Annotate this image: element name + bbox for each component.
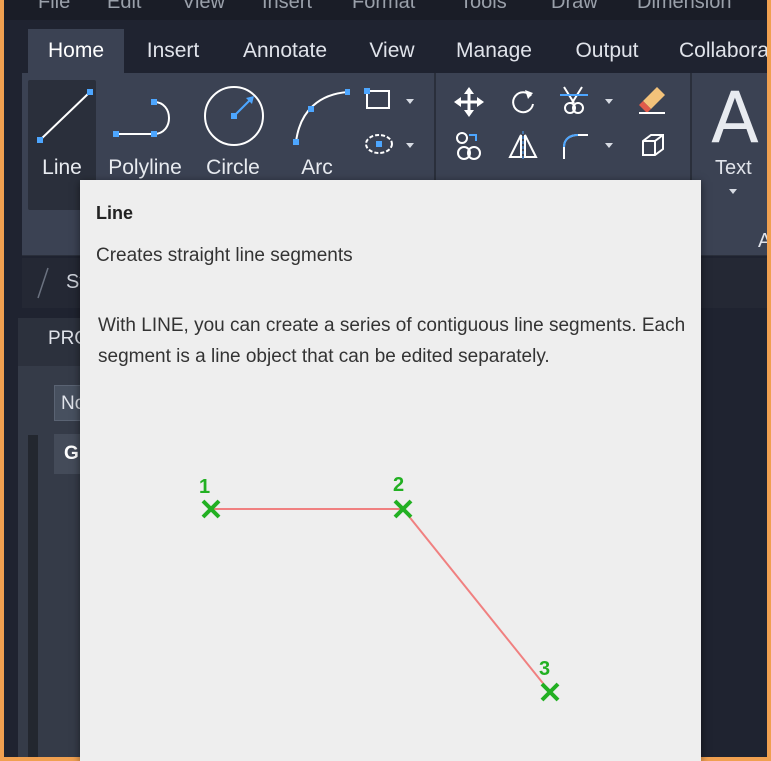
line-icon <box>37 89 93 143</box>
line-example-diagram: 1 2 3 <box>199 474 560 702</box>
tab-insert[interactable]: Insert <box>142 29 204 73</box>
panel-divider <box>690 73 692 186</box>
text-icon: A <box>711 77 759 159</box>
menu-item-tools[interactable]: Tools <box>460 0 507 14</box>
trim-icon[interactable] <box>560 85 590 115</box>
rotate-icon[interactable] <box>508 87 538 117</box>
panel-divider <box>434 73 436 186</box>
explode-box-icon[interactable] <box>637 131 667 161</box>
tab-collaborate[interactable]: Collabora <box>679 29 767 73</box>
point-label-1: 1 <box>199 476 210 498</box>
point-label-3: 3 <box>539 658 550 680</box>
ribbon-tab-bar: Home Insert Annotate View Manage Output … <box>24 29 767 73</box>
point-label-2: 2 <box>393 474 404 496</box>
menu-item-file[interactable]: File <box>38 0 70 14</box>
point-marker-3: 3 <box>539 658 560 702</box>
polyline-icon <box>113 99 170 137</box>
copy-icon[interactable] <box>454 131 484 161</box>
fillet-dropdown-icon[interactable] <box>605 143 613 148</box>
tab-manage[interactable]: Manage <box>452 29 536 73</box>
drawing-canvas[interactable] <box>704 310 767 757</box>
line-segment-2-3 <box>402 508 551 693</box>
palette-scrollbar[interactable] <box>28 435 38 757</box>
circle-tool-label: Circle <box>206 156 260 179</box>
menu-bar: File Edit View Insert Format Tools Draw … <box>4 0 767 20</box>
menu-item-format[interactable]: Format <box>352 0 415 14</box>
erase-icon[interactable] <box>637 85 667 115</box>
move-icon[interactable] <box>454 87 484 117</box>
tab-home[interactable]: Home <box>28 29 124 73</box>
menu-item-view[interactable]: View <box>182 0 225 14</box>
trim-dropdown-icon[interactable] <box>605 99 613 104</box>
ellipse-icon[interactable] <box>364 131 394 157</box>
point-marker-2: 2 <box>393 474 413 519</box>
tab-annotate[interactable]: Annotate <box>236 29 334 73</box>
line-tooltip: Line Creates straight line segments With… <box>80 180 701 761</box>
circle-icon <box>204 86 264 146</box>
fillet-icon[interactable] <box>560 131 590 161</box>
menu-item-draw[interactable]: Draw <box>551 0 598 14</box>
polyline-tool-label: Polyline <box>108 156 182 179</box>
ellipse-dropdown-icon[interactable] <box>406 143 414 148</box>
arc-tool-label: Arc <box>301 156 333 179</box>
menu-item-dimension[interactable]: Dimension <box>637 0 731 14</box>
annotation-panel-caption[interactable]: A <box>758 230 767 253</box>
rectangle-icon[interactable] <box>364 87 392 113</box>
tab-view[interactable]: View <box>366 29 418 73</box>
point-marker-1: 1 <box>199 476 221 519</box>
menu-item-edit[interactable]: Edit <box>107 0 141 14</box>
text-tool-button[interactable]: A Text <box>707 77 767 213</box>
menu-item-insert[interactable]: Insert <box>262 0 312 14</box>
rectangle-dropdown-icon[interactable] <box>406 99 414 104</box>
mirror-icon[interactable] <box>508 131 538 161</box>
separator-icon <box>37 267 49 299</box>
text-tool-label: Text <box>715 157 752 179</box>
tab-output[interactable]: Output <box>569 29 645 73</box>
line-tool-label: Line <box>42 156 82 179</box>
text-dropdown-icon <box>729 189 737 194</box>
arc-icon <box>293 89 350 145</box>
palette-header-text: G <box>64 443 79 464</box>
